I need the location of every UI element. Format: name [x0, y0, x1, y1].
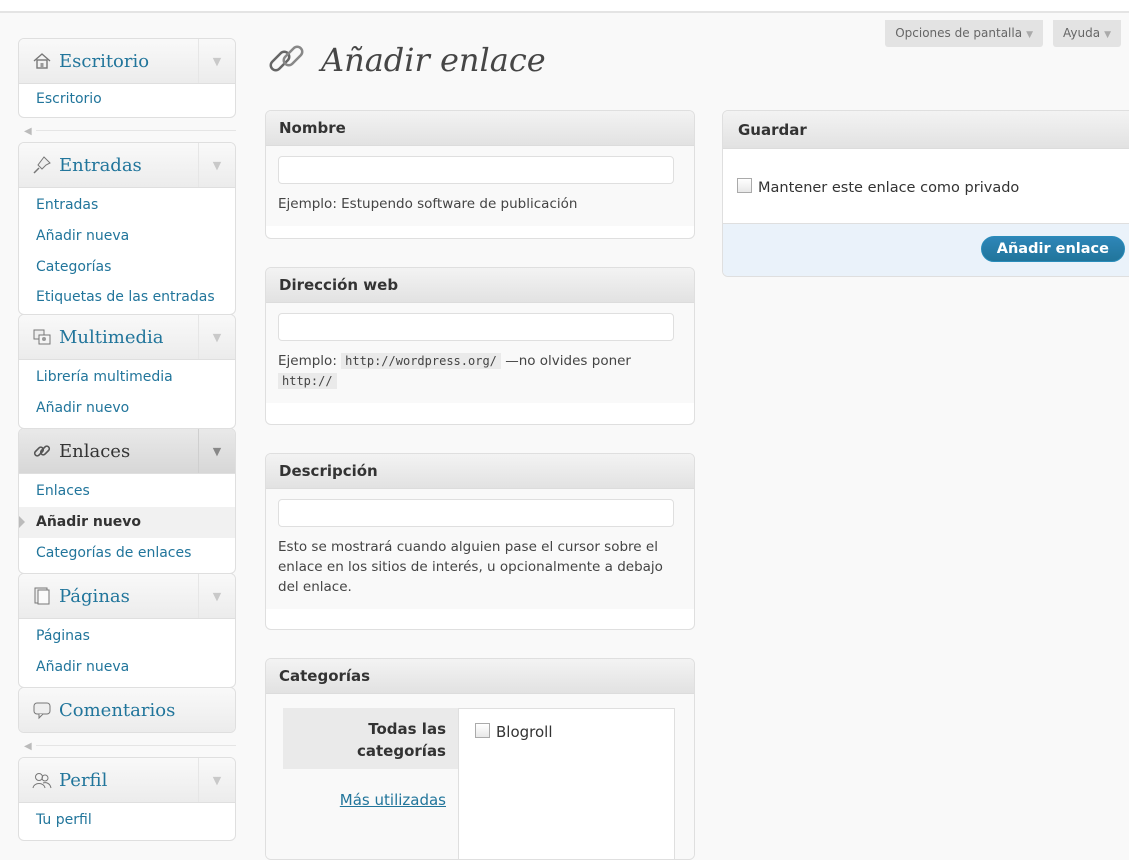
sidebar-item-dashboard[interactable]: Escritorio	[19, 84, 235, 115]
categories-box-title: Categorías	[266, 659, 694, 694]
private-checkbox[interactable]	[737, 178, 752, 193]
chevron-down-icon[interactable]: ▼	[198, 758, 235, 802]
chevron-down-icon[interactable]: ▼	[198, 315, 235, 359]
private-option[interactable]: Mantener este enlace como privado	[737, 178, 1019, 196]
url-hint: Ejemplo: http://wordpress.org/ —no olvid…	[278, 353, 631, 389]
sidebar-item-link-categories[interactable]: Categorías de enlaces	[19, 538, 235, 569]
sidebar-item-media-library[interactable]: Librería multimedia	[19, 362, 235, 393]
menu-posts[interactable]: Entradas ▼	[19, 143, 235, 188]
description-hint: Esto se mostrará cuando alguien pase el …	[278, 539, 663, 595]
menu-group-comments: Comentarios	[18, 687, 236, 733]
menu-links[interactable]: Enlaces ▼	[19, 429, 235, 474]
media-icon	[31, 326, 53, 348]
chevron-down-icon[interactable]: ▼	[198, 39, 235, 83]
menu-comments[interactable]: Comentarios	[19, 688, 235, 732]
menu-media[interactable]: Multimedia ▼	[19, 315, 235, 360]
chevron-down-icon: ▼	[1104, 30, 1111, 40]
menu-group-dashboard: Escritorio ▼ Escritorio	[18, 38, 236, 118]
menu-group-links: Enlaces ▼ Enlaces Añadir nuevo Categoría…	[18, 428, 236, 574]
page-heading: Añadir enlace	[321, 41, 546, 79]
home-icon	[31, 50, 53, 72]
sidebar-item-your-profile[interactable]: Tu perfil	[19, 805, 235, 836]
tab-most-used[interactable]: Más utilizadas	[283, 785, 458, 817]
tab-all-categories[interactable]: Todas las categorías	[283, 708, 458, 769]
sidebar-item-pages[interactable]: Páginas	[19, 621, 235, 652]
chevron-down-icon[interactable]: ▼	[198, 574, 235, 618]
sidebar-item-add-post[interactable]: Añadir nueva	[19, 221, 235, 252]
url-box: Dirección web Ejemplo: http://wordpress.…	[265, 267, 695, 425]
save-box-footer: Añadir enlace	[723, 224, 1129, 276]
name-hint: Ejemplo: Estupendo software de publicaci…	[278, 196, 578, 212]
url-prefix-code: http://	[278, 373, 337, 389]
menu-separator: ◀	[18, 733, 236, 757]
link-icon	[265, 36, 309, 84]
sidebar-item-tags[interactable]: Etiquetas de las entradas	[19, 283, 235, 310]
url-box-title: Dirección web	[266, 268, 694, 303]
menu-group-media: Multimedia ▼ Librería multimedia Añadir …	[18, 314, 236, 429]
chevron-down-icon[interactable]: ▼	[198, 429, 235, 473]
sidebar-item-categories[interactable]: Categorías	[19, 252, 235, 283]
save-box: Guardar Mantener este enlace como privad…	[722, 110, 1129, 277]
name-box: Nombre Ejemplo: Estupendo software de pu…	[265, 110, 695, 239]
menu-profile[interactable]: Perfil ▼	[19, 758, 235, 803]
menu-pages[interactable]: Páginas ▼	[19, 574, 235, 619]
url-example-code: http://wordpress.org/	[341, 353, 501, 369]
url-input[interactable]	[278, 313, 674, 341]
sidebar-item-add-link[interactable]: Añadir nuevo	[19, 507, 235, 538]
description-box-title: Descripción	[266, 454, 694, 489]
sidebar-item-add-media[interactable]: Añadir nuevo	[19, 393, 235, 424]
save-box-title: Guardar	[723, 111, 1129, 149]
top-strip	[0, 0, 1129, 13]
name-box-title: Nombre	[266, 111, 694, 146]
category-list: Blogroll	[458, 708, 675, 859]
collapse-arrow-icon[interactable]: ◀	[24, 126, 32, 137]
pages-icon	[31, 585, 53, 607]
screen-meta-links: Opciones de pantalla ▼ Ayuda ▼	[885, 20, 1121, 47]
chevron-down-icon[interactable]: ▼	[198, 143, 235, 187]
menu-group-pages: Páginas ▼ Páginas Añadir nueva	[18, 573, 236, 688]
help-tab[interactable]: Ayuda ▼	[1053, 20, 1121, 47]
sidebar-item-posts[interactable]: Entradas	[19, 190, 235, 221]
chevron-down-icon: ▼	[1026, 30, 1033, 40]
link-icon	[31, 440, 53, 462]
categories-box: Categorías Todas las categorías Más util…	[265, 658, 695, 860]
description-input[interactable]	[278, 499, 674, 527]
blogroll-checkbox[interactable]	[475, 723, 490, 738]
sidebar-item-add-page[interactable]: Añadir nueva	[19, 652, 235, 683]
menu-group-profile: Perfil ▼ Tu perfil	[18, 757, 236, 841]
category-item-blogroll[interactable]: Blogroll	[475, 723, 553, 741]
collapse-arrow-icon[interactable]: ◀	[24, 741, 32, 752]
add-link-button[interactable]: Añadir enlace	[980, 236, 1125, 262]
comment-icon	[31, 699, 53, 721]
pin-icon	[31, 154, 53, 176]
admin-menu: Escritorio ▼ Escritorio ◀ Entradas ▼ Ent…	[18, 38, 236, 841]
screen-options-tab[interactable]: Opciones de pantalla ▼	[885, 20, 1043, 47]
users-icon	[31, 769, 53, 791]
page-title: Añadir enlace	[265, 36, 546, 84]
menu-group-posts: Entradas ▼ Entradas Añadir nueva Categor…	[18, 142, 236, 315]
description-box: Descripción Esto se mostrará cuando algu…	[265, 453, 695, 630]
menu-dashboard[interactable]: Escritorio ▼	[19, 39, 235, 84]
name-input[interactable]	[278, 156, 674, 184]
menu-separator: ◀	[18, 118, 236, 142]
sidebar-item-links[interactable]: Enlaces	[19, 476, 235, 507]
